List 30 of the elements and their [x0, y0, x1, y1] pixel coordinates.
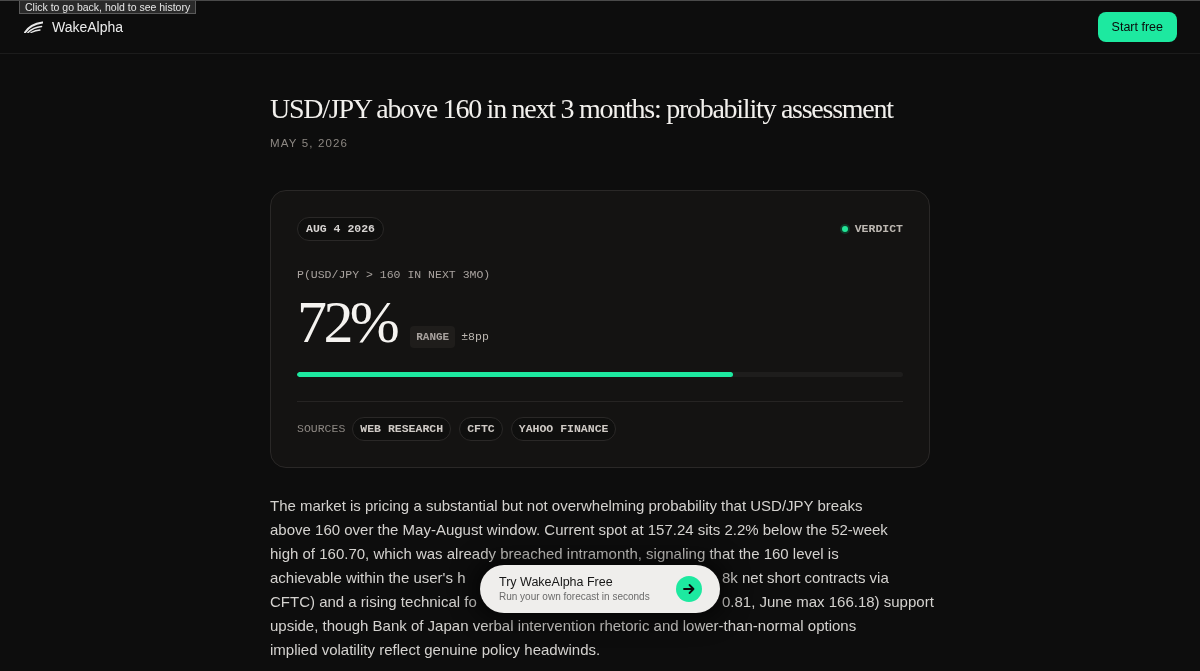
article-text-line: The market is pricing a substantial but not overwhelming probability that USD/JPY breaks [270, 497, 863, 514]
article-text-line: high of 160.70, which was already breached intramonth, signaling that the 160 level is [270, 545, 839, 562]
range-label: RANGE [410, 326, 456, 348]
article-text-line: above 160 over the May-August window. Current spot at 157.24 sits 2.2% below the 52-week [270, 521, 888, 538]
status-dot-icon [839, 224, 850, 234]
browser-tooltip: Click to go back, hold to see history [19, 1, 197, 14]
article-text-fragment: CFTC) and a rising technical fo [270, 593, 477, 610]
wing-logo-icon [24, 21, 43, 33]
verdict-label: VERDICT [854, 221, 903, 238]
article-date: MAY 5, 2026 [270, 136, 350, 150]
article-text-fragment: 8k net short contracts via [722, 569, 889, 586]
probability-question: P(USD/JPY > 160 IN NEXT 3MO) [297, 268, 492, 282]
sources-label: SOURCES [297, 421, 346, 438]
source-tag: WEB RESEARCH [352, 417, 452, 441]
article-text-fragment: achievable within the user's h [270, 569, 466, 586]
probability-value: 72% [297, 292, 397, 352]
brand-name: WakeAlpha [52, 17, 124, 37]
cta-title: Try WakeAlpha Free [499, 575, 614, 590]
cta-subtitle: Run your own forecast in seconds [499, 590, 650, 603]
start-free-button[interactable]: Start free [1097, 12, 1177, 42]
article-text-line: implied volatility reflect genuine policy headwinds. [270, 641, 601, 658]
source-tag: CFTC [459, 417, 503, 441]
article-title: USD/JPY above 160 in next 3 months: probability assessment [270, 92, 895, 126]
article-text-line: upside, though Bank of Japan verbal intervention rhetoric and lower-than-normal options [270, 617, 857, 634]
article-text-fragment: 0.81, June max 166.18) support [722, 593, 934, 610]
floating-cta-banner[interactable]: Try WakeAlpha Free Run your own forecast in seconds [480, 565, 720, 613]
arrow-right-icon[interactable] [676, 576, 702, 602]
date-badge: AUG 4 2026 [297, 217, 384, 241]
source-tag: YAHOO FINANCE [510, 417, 617, 441]
range-value: ±8pp [461, 329, 489, 345]
